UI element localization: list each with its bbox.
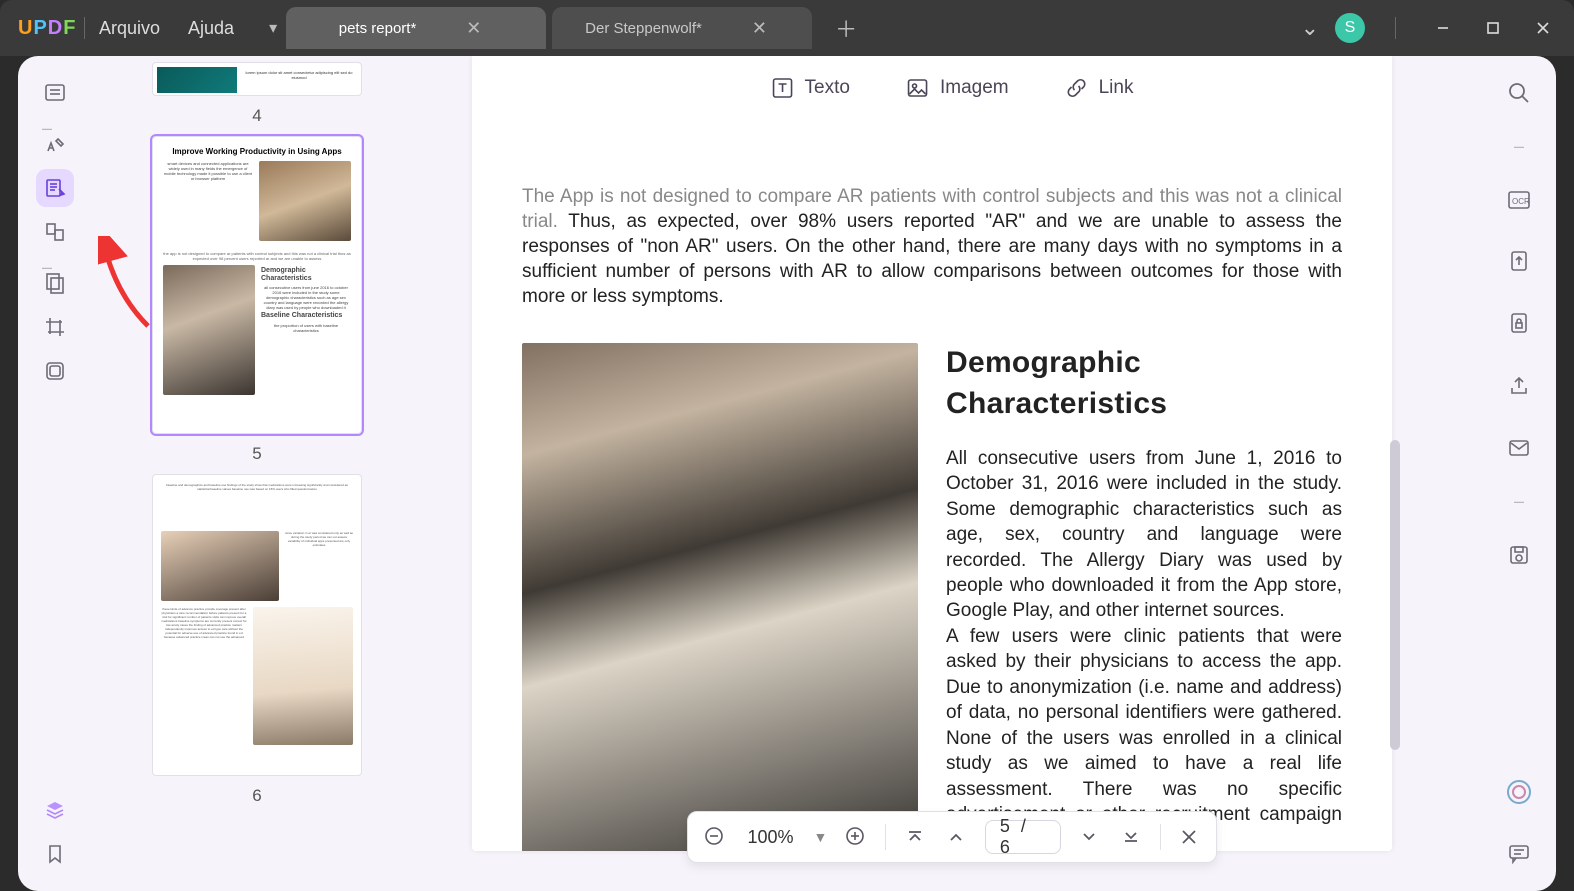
thumbnail-page-6[interactable]: baseline and demographics and baseline u… xyxy=(152,474,362,776)
avatar[interactable]: S xyxy=(1335,13,1365,43)
page-number: 6 xyxy=(142,786,372,806)
link-tool[interactable]: Link xyxy=(1065,76,1134,100)
close-icon[interactable]: ✕ xyxy=(752,18,767,39)
svg-text:OCR: OCR xyxy=(1512,197,1530,206)
stamp-tool-icon[interactable] xyxy=(36,352,74,390)
tab-dropdown[interactable]: ▾ xyxy=(260,15,286,41)
image-tool[interactable]: Imagem xyxy=(906,76,1009,100)
tab-steppenwolf[interactable]: Der Steppenwolf* ✕ xyxy=(552,7,812,49)
divider: – xyxy=(42,257,68,258)
ai-assistant-icon[interactable] xyxy=(1500,773,1538,811)
zoom-dropdown-icon[interactable]: ▼ xyxy=(814,829,828,845)
bookmark-icon[interactable] xyxy=(36,835,74,873)
share-icon[interactable] xyxy=(1500,367,1538,405)
close-icon[interactable]: ✕ xyxy=(466,18,481,39)
tab-label: pets report* xyxy=(339,20,417,37)
zoom-value: 100% xyxy=(744,827,798,848)
page-tools-icon[interactable] xyxy=(36,264,74,302)
navigation-bar: 100% ▼ 5 / 6 xyxy=(687,811,1217,863)
layers-icon[interactable] xyxy=(36,791,74,829)
search-icon[interactable] xyxy=(1500,74,1538,112)
email-icon[interactable] xyxy=(1500,429,1538,467)
divider: – xyxy=(1514,136,1524,157)
edit-tool-icon[interactable] xyxy=(36,169,74,207)
close-findbar-button[interactable] xyxy=(1176,823,1202,851)
page-number: 5 xyxy=(142,444,372,464)
close-window-button[interactable] xyxy=(1526,11,1560,45)
body-text: All consecutive users from June 1, 2016 … xyxy=(946,446,1342,624)
protect-icon[interactable] xyxy=(1500,305,1538,343)
reader-mode-icon[interactable] xyxy=(36,74,74,112)
organize-pages-icon[interactable] xyxy=(36,213,74,251)
divider xyxy=(1395,17,1396,39)
menu-arquivo[interactable]: Arquivo xyxy=(99,18,160,39)
comment-tool-icon[interactable] xyxy=(36,125,74,163)
prev-page-button[interactable] xyxy=(943,823,969,851)
new-tab-button[interactable]: ＋ xyxy=(828,10,864,46)
chevron-down-icon[interactable]: ⌄ xyxy=(1301,15,1319,41)
next-page-button[interactable] xyxy=(1077,823,1103,851)
text-tool[interactable]: Texto xyxy=(771,76,850,100)
comment-panel-icon[interactable] xyxy=(1500,835,1538,873)
menu-ajuda[interactable]: Ajuda xyxy=(188,18,234,39)
thumbnail-panel: lorem ipsum dolor sit amet consectetur a… xyxy=(92,56,422,891)
tab-pets-report[interactable]: pets report* ✕ xyxy=(286,7,546,49)
minimize-button[interactable] xyxy=(1426,11,1460,45)
tab-label: Der Steppenwolf* xyxy=(585,20,702,37)
scrollbar[interactable] xyxy=(1390,116,1400,841)
thumbnail-page-4[interactable]: lorem ipsum dolor sit amet consectetur a… xyxy=(152,62,362,96)
crop-tool-icon[interactable] xyxy=(36,308,74,346)
zoom-out-button[interactable] xyxy=(702,823,728,851)
save-icon[interactable] xyxy=(1500,536,1538,574)
content-image xyxy=(522,343,918,851)
document-page: The App is not designed to compare AR pa… xyxy=(472,56,1392,851)
edit-toolbar: Texto Imagem Link xyxy=(771,76,1134,100)
divider: – xyxy=(1514,491,1524,512)
heading-demographic: Demographic Characteristics xyxy=(946,343,1342,423)
last-page-button[interactable] xyxy=(1118,823,1144,851)
divider: – xyxy=(42,118,68,119)
convert-icon[interactable] xyxy=(1500,243,1538,281)
page-input[interactable]: 5 / 6 xyxy=(985,820,1061,854)
page-number: 4 xyxy=(142,106,372,126)
thumbnail-page-5[interactable]: Improve Working Productivity in Using Ap… xyxy=(152,136,362,434)
thumb-heading: Improve Working Productivity in Using Ap… xyxy=(163,147,351,157)
first-page-button[interactable] xyxy=(902,823,928,851)
zoom-in-button[interactable] xyxy=(843,823,869,851)
divider xyxy=(84,17,85,39)
maximize-button[interactable] xyxy=(1476,11,1510,45)
body-text: The App is not designed to compare AR pa… xyxy=(522,184,1342,309)
ocr-icon[interactable]: OCR xyxy=(1500,181,1538,219)
app-logo: UPDF xyxy=(0,17,70,40)
